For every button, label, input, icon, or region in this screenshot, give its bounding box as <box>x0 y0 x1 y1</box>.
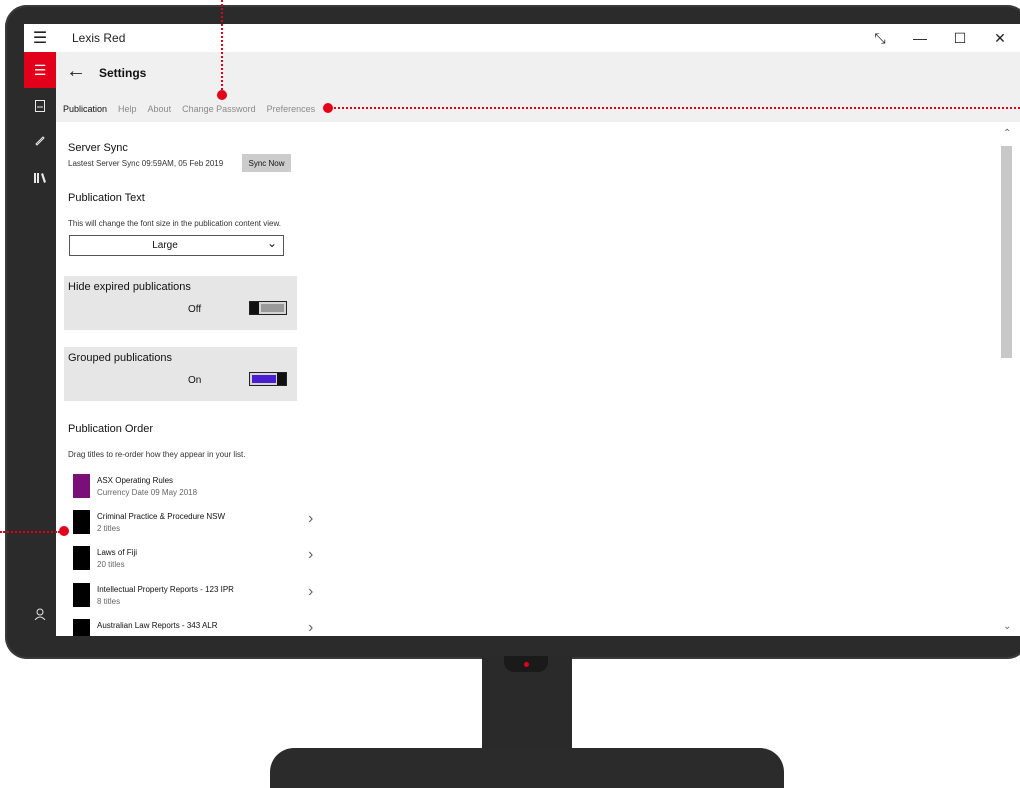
publication-subtitle: Currency Date 09 May 2018 <box>97 488 198 497</box>
hamburger-icon[interactable]: ☰ <box>24 28 56 48</box>
gear-icon[interactable]: ⚙ <box>24 632 56 636</box>
hide-expired-state: Off <box>188 304 202 315</box>
toggle-fill <box>252 375 276 383</box>
toggle-thumb <box>277 373 286 385</box>
callout-dot <box>59 526 69 536</box>
close-icon[interactable]: ✕ <box>980 24 1020 52</box>
toggle-fill <box>261 304 284 312</box>
publication-name: Australian Law Reports - 343 ALR <box>97 621 218 630</box>
tab-change-password[interactable]: Change Password <box>182 104 256 114</box>
back-arrow-icon[interactable]: ← <box>66 60 86 83</box>
tab-about[interactable]: About <box>148 104 172 114</box>
server-sync-title: Server Sync <box>68 142 128 154</box>
publication-subtitle: 8 titles <box>97 597 121 606</box>
grouped-publications-label: Grouped publications <box>68 352 172 364</box>
expand-icon[interactable]: ⤡ <box>860 24 900 52</box>
title-bar: ☰ Lexis Red ⤡ — ☐ ✕ <box>24 24 1020 52</box>
hide-expired-label: Hide expired publications <box>68 281 191 293</box>
publication-subtitle: 20 titles <box>97 560 125 569</box>
grouped-publications-state: On <box>188 375 202 386</box>
last-sync-text: Lastest Server Sync 09:59AM, 05 Feb 2019 <box>68 159 224 168</box>
chevron-right-icon[interactable]: › <box>308 619 313 636</box>
publication-name: Criminal Practice & Procedure NSW <box>97 512 226 521</box>
maximize-icon[interactable]: ☐ <box>940 24 980 52</box>
chevron-right-icon[interactable]: › <box>308 510 313 528</box>
publication-text-description: This will change the font size in the pu… <box>68 219 282 228</box>
publication-name: Intellectual Property Reports - 123 IPR <box>97 585 234 594</box>
page-title: Settings <box>99 66 147 80</box>
list-item[interactable]: Criminal Practice & Procedure NSW 2 titl… <box>73 510 333 540</box>
publication-swatch <box>73 546 90 570</box>
tab-preferences[interactable]: Preferences <box>267 104 316 114</box>
list-item[interactable]: ASX Operating Rules Currency Date 09 May… <box>73 474 333 504</box>
user-icon[interactable] <box>24 600 56 628</box>
scroll-down-icon[interactable]: ⌄ <box>1003 621 1011 632</box>
callout-dot <box>217 90 227 100</box>
menu-icon: ☰ <box>33 61 47 78</box>
scroll-up-icon[interactable]: ⌃ <box>1003 128 1011 139</box>
book-icon[interactable] <box>24 92 56 120</box>
publication-swatch <box>73 474 90 498</box>
hide-expired-card: Hide expired publications Off <box>64 276 297 330</box>
publication-order-description: Drag titles to re-order how they appear … <box>68 450 246 459</box>
app-title: Lexis Red <box>72 31 126 45</box>
hide-expired-toggle[interactable] <box>249 301 287 315</box>
scrollbar-thumb[interactable] <box>1001 146 1012 358</box>
chevron-right-icon[interactable]: › <box>308 546 313 564</box>
grouped-publications-toggle[interactable] <box>249 372 287 386</box>
publication-order-title: Publication Order <box>68 423 153 435</box>
tab-publication[interactable]: Publication <box>63 104 107 114</box>
settings-header: ← Settings <box>56 52 1020 96</box>
pencil-icon[interactable] <box>24 126 56 154</box>
callout-dot <box>323 103 333 113</box>
power-indicator <box>524 662 529 667</box>
rail-menu-button[interactable]: ☰ <box>24 52 56 88</box>
minimize-icon[interactable]: — <box>900 24 940 52</box>
publication-swatch <box>73 510 90 534</box>
publication-swatch <box>73 619 90 636</box>
settings-tabs: Publication Help About Change Password P… <box>56 96 1020 122</box>
monitor-stand-base <box>270 748 784 788</box>
publication-swatch <box>73 583 90 607</box>
toggle-thumb <box>250 302 259 314</box>
font-size-select[interactable]: Large ⌄ <box>69 235 284 256</box>
window-controls: ⤡ — ☐ ✕ <box>860 24 1020 52</box>
vertical-scrollbar[interactable]: ⌃ ⌄ <box>999 122 1020 636</box>
publication-text-title: Publication Text <box>68 192 145 204</box>
sync-now-button[interactable]: Sync Now <box>242 154 291 172</box>
library-icon[interactable] <box>24 164 56 192</box>
publication-subtitle: 2 titles <box>97 524 121 533</box>
callout-line <box>221 0 223 90</box>
chevron-right-icon[interactable]: › <box>308 583 313 601</box>
publication-name: Laws of Fiji <box>97 548 138 557</box>
callout-line <box>0 531 60 533</box>
chevron-down-icon: ⌄ <box>266 236 277 250</box>
font-size-value: Large <box>152 240 178 251</box>
settings-content: Server Sync Lastest Server Sync 09:59AM,… <box>56 122 999 636</box>
list-item[interactable]: Laws of Fiji 20 titles › <box>73 546 333 576</box>
callout-line <box>334 107 1020 109</box>
publication-name: ASX Operating Rules <box>97 476 174 485</box>
list-item[interactable]: Australian Law Reports - 343 ALR › <box>73 619 333 636</box>
tab-help[interactable]: Help <box>118 104 137 114</box>
list-item[interactable]: Intellectual Property Reports - 123 IPR … <box>73 583 333 613</box>
grouped-publications-card: Grouped publications On <box>64 347 297 401</box>
left-rail: ☰ ⚙ <box>24 52 56 636</box>
app-window: ☰ Lexis Red ⤡ — ☐ ✕ ☰ ⚙ ← Settings <box>24 24 1020 636</box>
